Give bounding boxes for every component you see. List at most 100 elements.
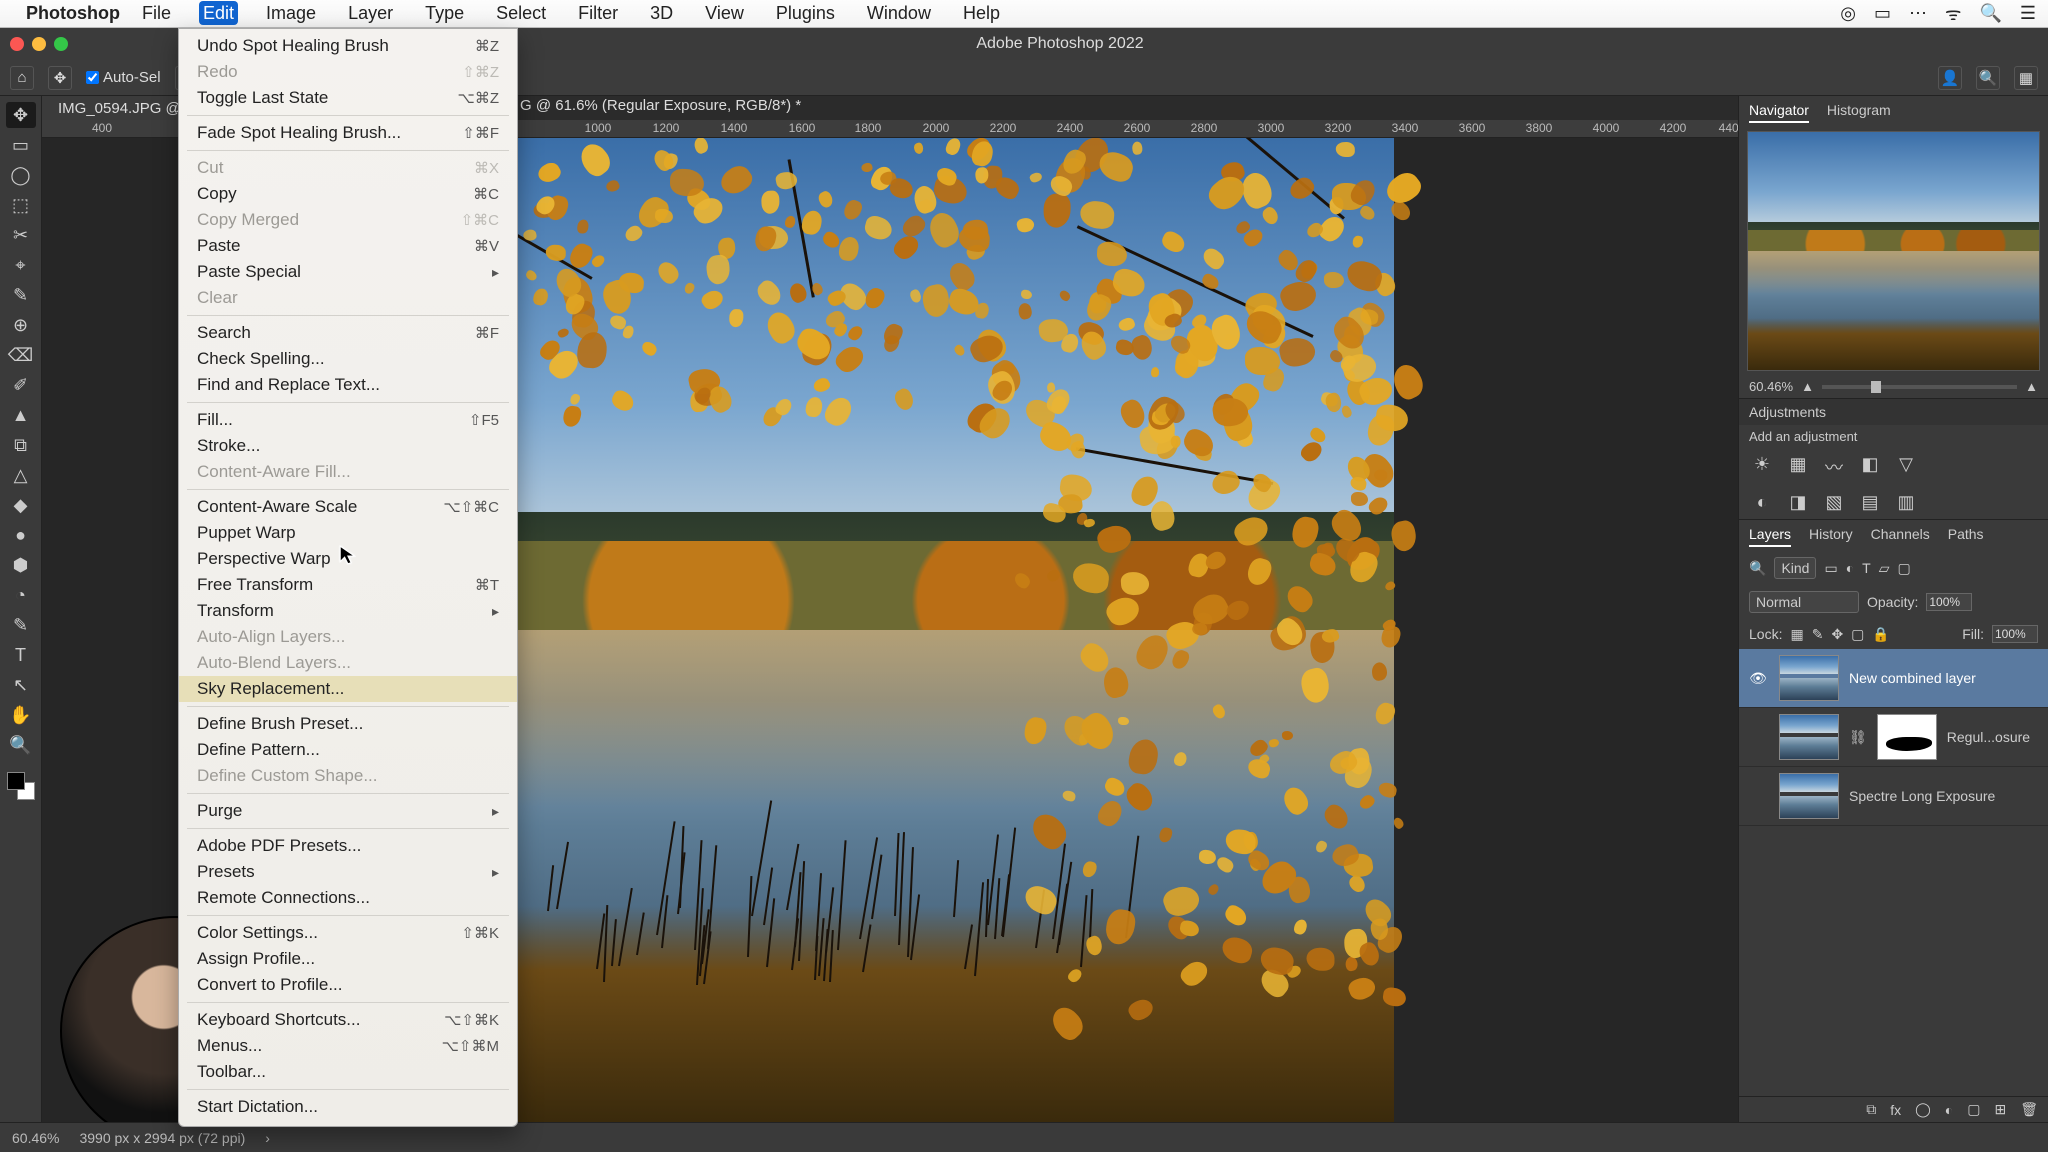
lock-trans-icon[interactable]: ▦: [1790, 626, 1803, 643]
minimize-icon[interactable]: [32, 37, 46, 51]
menu-item-stroke[interactable]: Stroke...: [179, 433, 517, 459]
menu-item-convert-to-profile[interactable]: Convert to Profile...: [179, 972, 517, 998]
layer-mask-thumbnail[interactable]: [1877, 714, 1937, 760]
layer-name[interactable]: New combined layer: [1849, 670, 1976, 686]
menu-item-sky-replacement[interactable]: Sky Replacement...: [179, 676, 517, 702]
search-icon[interactable]: 🔍: [1976, 66, 2000, 90]
menu-file[interactable]: File: [138, 1, 175, 25]
menu-item-fill[interactable]: Fill...⇧F5: [179, 407, 517, 433]
marquee-tool-icon[interactable]: ▭: [6, 132, 36, 158]
layer-name[interactable]: Regul...osure: [1947, 729, 2030, 745]
menu-edit[interactable]: Edit: [199, 1, 238, 25]
exposure-icon[interactable]: ◧: [1859, 454, 1881, 480]
menu-item-define-brush-preset[interactable]: Define Brush Preset...: [179, 711, 517, 737]
hand-tool-icon[interactable]: T: [6, 642, 36, 668]
photo-filter-icon[interactable]: ▧: [1823, 492, 1845, 513]
move-tool-icon[interactable]: ✥: [6, 102, 36, 128]
filter-shape-icon[interactable]: ▱: [1879, 560, 1890, 577]
menu-item-find-and-replace-text[interactable]: Find and Replace Text...: [179, 372, 517, 398]
status-dims[interactable]: 3990 px x 2994 px (72 ppi): [79, 1130, 245, 1146]
opacity-input[interactable]: [1926, 593, 1972, 611]
shape-tool-icon[interactable]: ✎: [6, 612, 36, 638]
menu-3d[interactable]: 3D: [646, 1, 677, 25]
layer-name[interactable]: Spectre Long Exposure: [1849, 788, 1995, 804]
menu-item-assign-profile[interactable]: Assign Profile...: [179, 946, 517, 972]
workspace-icon[interactable]: ▦: [2014, 66, 2038, 90]
menu-item-check-spelling[interactable]: Check Spelling...: [179, 346, 517, 372]
layer-thumbnail[interactable]: [1779, 655, 1839, 701]
gradient-tool-icon[interactable]: ⧉: [6, 432, 36, 458]
history-tool-icon[interactable]: ✐: [6, 372, 36, 398]
crop-tool-icon[interactable]: ✂: [6, 222, 36, 248]
menu-item-toggle-last-state[interactable]: Toggle Last State⌥⌘Z: [179, 85, 517, 111]
screen-icon[interactable]: ▭: [1874, 3, 1891, 24]
cc-icon[interactable]: ◎: [1840, 3, 1856, 24]
zoom-slider[interactable]: [1822, 385, 2017, 389]
menu-item-color-settings[interactable]: Color Settings...⇧⌘K: [179, 920, 517, 946]
menu-item-toolbar[interactable]: Toolbar...: [179, 1059, 517, 1085]
curves-icon[interactable]: 〰: [1823, 454, 1845, 480]
lock-artboard-icon[interactable]: ▢: [1851, 626, 1864, 643]
trash-icon[interactable]: 🗑: [2020, 1101, 2038, 1118]
lock-all-icon[interactable]: 🔒: [1872, 626, 1889, 643]
filter-type-icon[interactable]: T: [1862, 560, 1871, 576]
new-layer-icon[interactable]: ⊞: [1994, 1101, 2006, 1118]
path-tool-icon[interactable]: ◔: [6, 582, 36, 608]
app-name[interactable]: Photoshop: [26, 3, 120, 24]
link-mask-icon[interactable]: ⛓: [1849, 729, 1867, 746]
menu-help[interactable]: Help: [959, 1, 1004, 25]
menu-view[interactable]: View: [701, 1, 748, 25]
menu-item-search[interactable]: Search⌘F: [179, 320, 517, 346]
close-icon[interactable]: [10, 37, 24, 51]
menu-item-remote-connections[interactable]: Remote Connections...: [179, 885, 517, 911]
menu-item-free-transform[interactable]: Free Transform⌘T: [179, 572, 517, 598]
filter-smart-icon[interactable]: ▢: [1898, 560, 1911, 577]
menu-item-undo-spot-healing-brush[interactable]: Undo Spot Healing Brush⌘Z: [179, 33, 517, 59]
menu-type[interactable]: Type: [421, 1, 468, 25]
tab-histogram[interactable]: Histogram: [1827, 102, 1891, 123]
channel-mixer-icon[interactable]: ▤: [1859, 492, 1881, 513]
layer-row[interactable]: ⛓ Regul...osure: [1739, 708, 2048, 767]
select-tool-icon[interactable]: ⬚: [6, 192, 36, 218]
menu-item-puppet-warp[interactable]: Puppet Warp: [179, 520, 517, 546]
color-swatches[interactable]: [7, 772, 35, 800]
menu-item-content-aware-scale[interactable]: Content-Aware Scale⌥⇧⌘C: [179, 494, 517, 520]
levels-icon[interactable]: ▦: [1787, 454, 1809, 480]
wifi-icon[interactable]: ᯤ: [1945, 2, 1961, 26]
move-tool-icon[interactable]: ✥: [48, 66, 72, 90]
new-fill-icon[interactable]: ◐: [1945, 1102, 1953, 1118]
menu-item-menus[interactable]: Menus...⌥⇧⌘M: [179, 1033, 517, 1059]
menu-item-presets[interactable]: Presets: [179, 859, 517, 885]
brush-tool-icon[interactable]: ⊕: [6, 312, 36, 338]
traffic-lights[interactable]: [10, 37, 68, 51]
dodge-tool-icon[interactable]: ◆: [6, 492, 36, 518]
zoom-in-icon[interactable]: ▲: [2025, 379, 2038, 394]
eraser-tool-icon[interactable]: ▲: [6, 402, 36, 428]
control-center-icon[interactable]: ☰: [2020, 3, 2036, 24]
home-icon[interactable]: ⌂: [10, 66, 34, 90]
menu-item-adobe-pdf-presets[interactable]: Adobe PDF Presets...: [179, 833, 517, 859]
tab-channels[interactable]: Channels: [1871, 526, 1930, 547]
menu-item-start-dictation[interactable]: Start Dictation...: [179, 1094, 517, 1120]
auto-select-checkbox[interactable]: [86, 71, 99, 84]
lasso-tool-icon[interactable]: ◯: [6, 162, 36, 188]
zoom-tool-icon[interactable]: ↖: [6, 672, 36, 698]
layer-row[interactable]: Spectre Long Exposure: [1739, 767, 2048, 826]
tab-history[interactable]: History: [1809, 526, 1853, 547]
hue-icon[interactable]: ◐: [1751, 492, 1773, 513]
lock-pos-icon[interactable]: ✥: [1831, 626, 1843, 643]
kind-icon[interactable]: 🔍: [1749, 560, 1766, 577]
menu-plugins[interactable]: Plugins: [772, 1, 839, 25]
edit-tool-icon[interactable]: ✋: [6, 702, 36, 728]
tab-paths[interactable]: Paths: [1948, 526, 1984, 547]
mask-icon[interactable]: ◯: [1915, 1101, 1931, 1118]
type-tool-icon[interactable]: ⬢: [6, 552, 36, 578]
link-icon[interactable]: ⧉: [1866, 1101, 1876, 1118]
layer-row[interactable]: 👁New combined layer: [1739, 649, 2048, 708]
fx-icon[interactable]: fx: [1890, 1102, 1901, 1118]
tab-layers[interactable]: Layers: [1749, 526, 1791, 547]
menu-item-paste[interactable]: Paste⌘V: [179, 233, 517, 259]
menu-layer[interactable]: Layer: [344, 1, 397, 25]
stamp-tool-icon[interactable]: ⌫: [6, 342, 36, 368]
lock-paint-icon[interactable]: ✎: [1812, 626, 1824, 643]
